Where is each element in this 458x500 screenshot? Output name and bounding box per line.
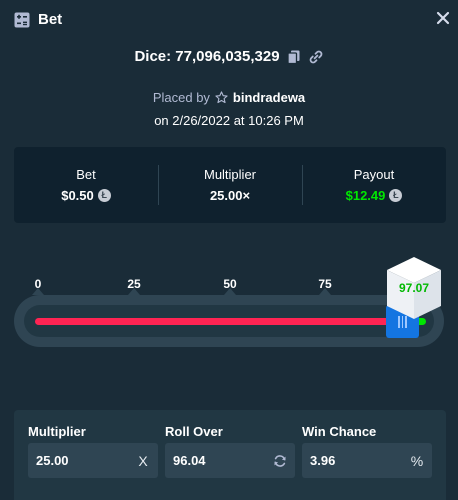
tick-marker bbox=[128, 288, 140, 295]
roll-over-field-label: Roll Over bbox=[165, 424, 223, 439]
placed-by-label: Placed by bbox=[152, 90, 210, 105]
multiplier-field[interactable]: 25.00 X bbox=[28, 443, 158, 478]
multiplier-field-label: Multiplier bbox=[28, 424, 86, 439]
modal-title: Bet bbox=[38, 11, 63, 28]
payout-stat: Payout $12.49 Ł bbox=[302, 147, 446, 223]
copy-icon[interactable] bbox=[286, 49, 302, 65]
multiplier-value: 25.00× bbox=[209, 188, 251, 203]
bet-summary: Bet $0.50 Ł Multiplier 25.00× Payout $12… bbox=[14, 147, 446, 223]
roll-over-field-value[interactable]: 96.04 bbox=[165, 453, 265, 468]
percent-icon: % bbox=[410, 452, 424, 469]
multiplier-field-value[interactable]: 25.00 bbox=[28, 453, 128, 468]
litecoin-icon: Ł bbox=[97, 189, 111, 202]
tick-marker bbox=[224, 288, 236, 295]
username-link[interactable]: bindradewa bbox=[233, 90, 305, 105]
payout-value: $12.49 bbox=[345, 188, 386, 203]
link-icon[interactable] bbox=[308, 49, 324, 65]
win-chance-field-label: Win Chance bbox=[302, 424, 377, 439]
bet-id-line: Dice: 77,096,035,329 bbox=[0, 48, 458, 65]
refresh-icon[interactable] bbox=[265, 454, 295, 468]
win-chance-field[interactable]: 3.96 % bbox=[302, 443, 432, 478]
payout-label: Payout bbox=[353, 167, 395, 182]
bet-id: Dice: 77,096,035,329 bbox=[134, 48, 280, 65]
win-chance-field-value[interactable]: 3.96 bbox=[302, 453, 402, 468]
tick-marker bbox=[319, 288, 331, 295]
bet-value: $0.50 bbox=[61, 188, 94, 203]
placed-by-line: Placed by bindradewa bbox=[0, 90, 458, 105]
bet-label: Bet bbox=[76, 167, 96, 182]
bet-slip-icon bbox=[14, 12, 30, 28]
bet-amount-stat: Bet $0.50 Ł bbox=[14, 147, 158, 223]
bet-date: on 2/26/2022 at 10:26 PM bbox=[154, 113, 304, 128]
lose-range-bar bbox=[35, 318, 393, 325]
roll-over-field[interactable]: 96.04 bbox=[165, 443, 295, 478]
roll-result: 97.07 bbox=[398, 281, 430, 295]
multiplier-x-icon: X bbox=[138, 452, 148, 469]
bet-value-row: $0.50 Ł bbox=[61, 188, 111, 203]
close-icon[interactable] bbox=[434, 9, 452, 27]
tick-marker bbox=[32, 288, 44, 295]
multiplier-stat: Multiplier 25.00× bbox=[158, 147, 302, 223]
star-icon bbox=[215, 91, 228, 104]
litecoin-icon: Ł bbox=[389, 189, 403, 202]
payout-value-row: $12.49 Ł bbox=[346, 188, 403, 203]
multiplier-label: Multiplier bbox=[203, 167, 256, 182]
